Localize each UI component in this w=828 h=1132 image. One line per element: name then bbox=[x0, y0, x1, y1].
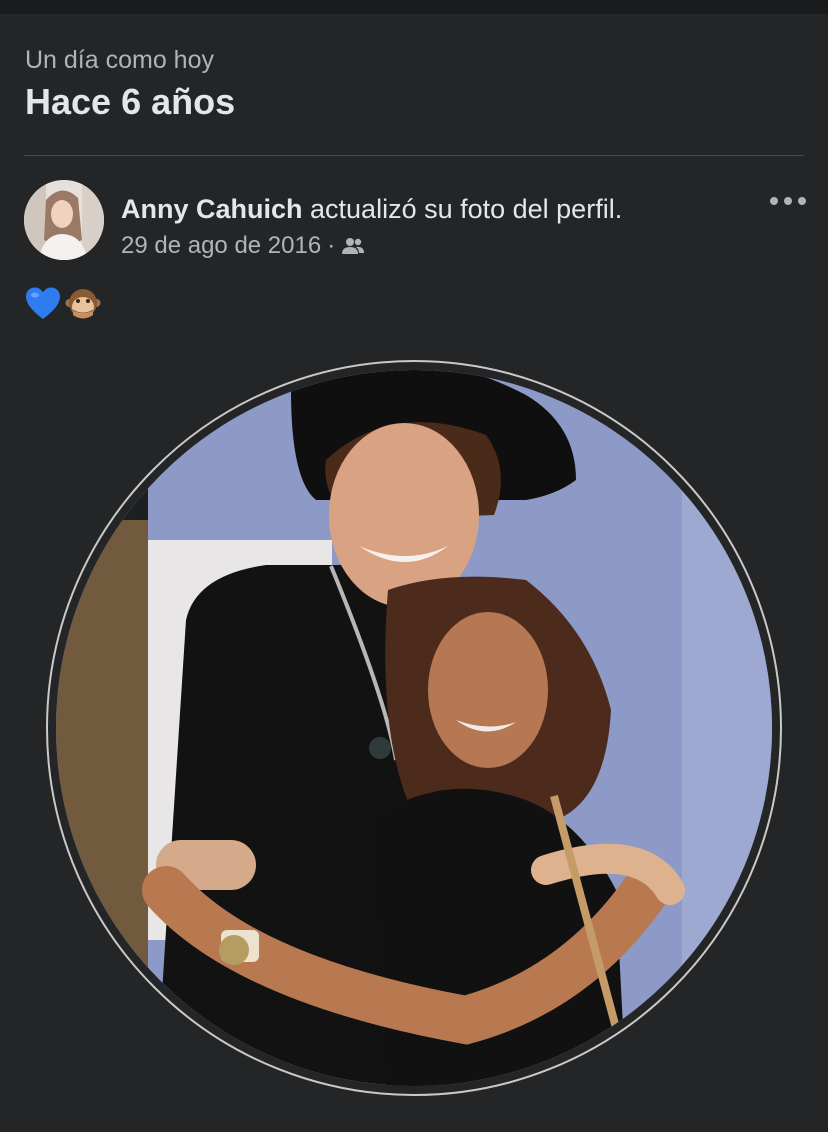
meta-separator: · bbox=[327, 232, 336, 259]
top-bar bbox=[0, 0, 828, 14]
blue-heart-emoji bbox=[26, 287, 60, 319]
post-author-link[interactable]: Anny Cahuich bbox=[121, 194, 303, 224]
more-dot-icon bbox=[784, 197, 792, 205]
more-options-button[interactable] bbox=[768, 188, 808, 214]
post-action-text: actualizó su foto del perfil. bbox=[302, 194, 623, 224]
friends-icon bbox=[342, 238, 365, 254]
memory-subtitle: Un día como hoy bbox=[25, 46, 214, 74]
more-dot-icon bbox=[770, 197, 778, 205]
post-title-line: Anny Cahuich actualizó su foto del perfi… bbox=[121, 192, 622, 226]
avatar[interactable] bbox=[24, 180, 104, 260]
memory-header: Un día como hoy Hace 6 años bbox=[25, 44, 235, 124]
profile-photo-image bbox=[56, 370, 772, 1086]
more-dot-icon bbox=[798, 197, 806, 205]
profile-photo[interactable] bbox=[56, 370, 772, 1086]
post-meta: 29 de ago de 2016 · bbox=[121, 231, 622, 261]
post-text bbox=[25, 286, 101, 322]
memory-title: Hace 6 años bbox=[25, 81, 236, 122]
avatar-image bbox=[24, 180, 104, 260]
post-header: Anny Cahuich actualizó su foto del perfi… bbox=[121, 192, 622, 261]
speak-no-evil-monkey-emoji bbox=[65, 289, 101, 319]
post-date[interactable]: 29 de ago de 2016 bbox=[121, 231, 321, 261]
divider bbox=[24, 155, 804, 156]
